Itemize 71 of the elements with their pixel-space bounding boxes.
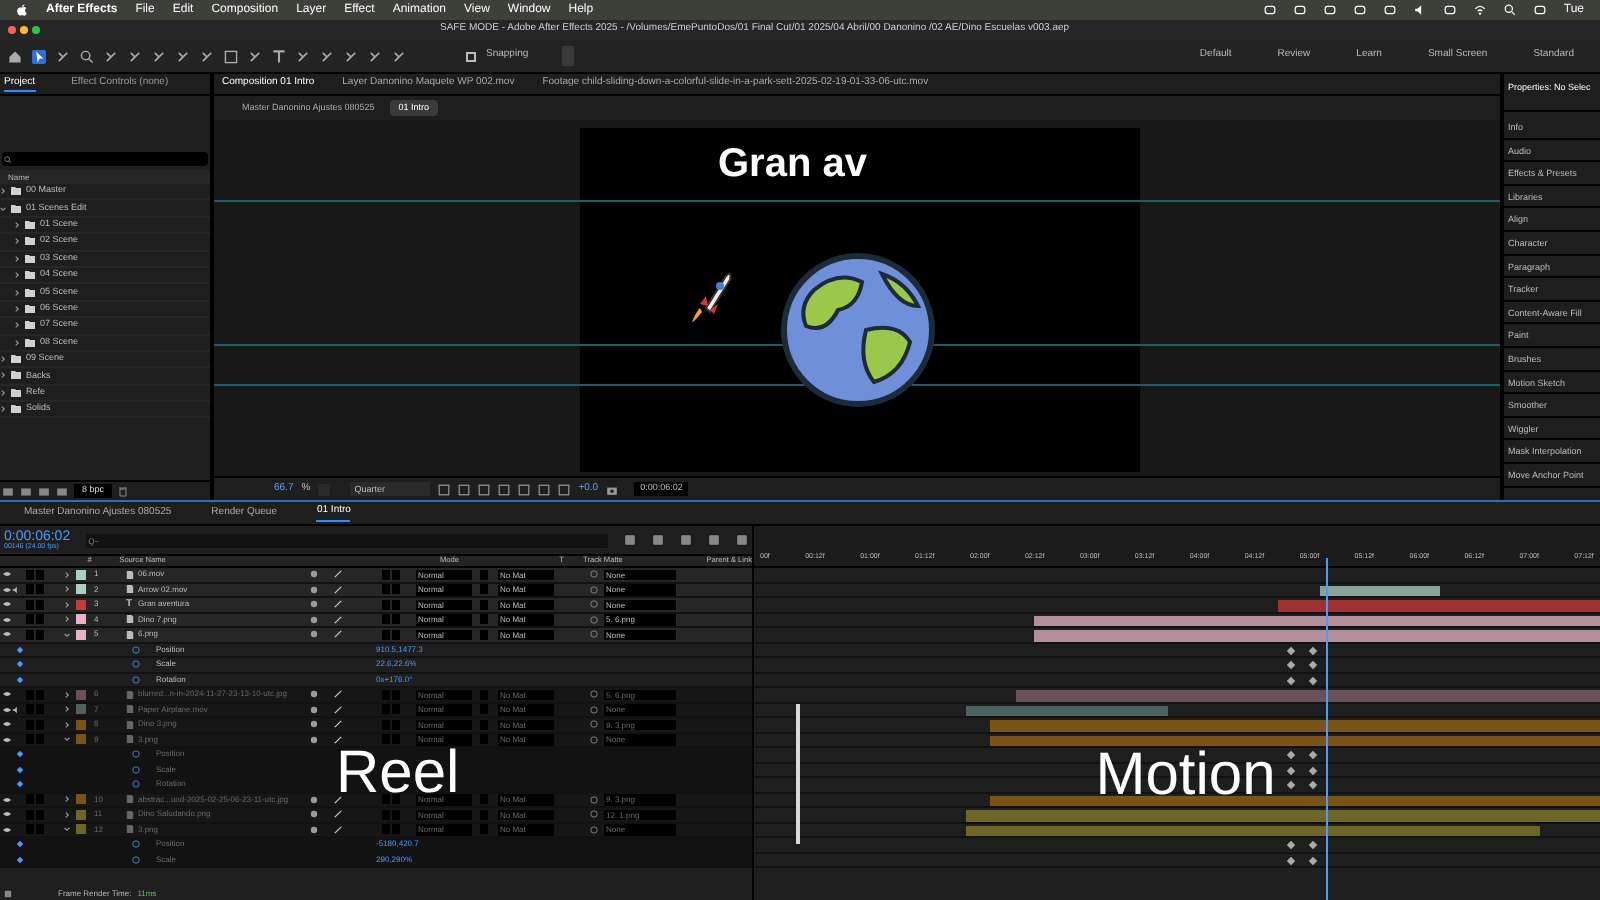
speaker-icon[interactable] — [12, 705, 20, 714]
label-swatch[interactable] — [76, 734, 86, 745]
keyframe-marker[interactable] — [1287, 855, 1296, 865]
search-field[interactable] — [2, 152, 208, 166]
keyframe-marker[interactable] — [1287, 675, 1296, 685]
label-swatch[interactable] — [76, 584, 86, 595]
disclosure-caret-icon[interactable] — [0, 406, 6, 413]
rocket-drawing — [690, 268, 734, 324]
keyframe-marker[interactable] — [1287, 840, 1296, 850]
close-button[interactable] — [8, 26, 16, 34]
keyframe-marker[interactable] — [1309, 780, 1318, 790]
label-swatch[interactable] — [76, 614, 86, 625]
disclosure-caret-icon[interactable] — [64, 811, 70, 818]
disclosure-caret-icon[interactable] — [64, 721, 70, 728]
layer-duration-bar — [1320, 585, 1440, 596]
keyframe-marker[interactable] — [1287, 660, 1296, 670]
disclosure-caret-icon[interactable] — [0, 356, 6, 363]
disclosure-caret-icon[interactable] — [64, 706, 70, 713]
snapping-checkbox[interactable] — [466, 51, 476, 61]
disclosure-caret-icon[interactable] — [64, 601, 70, 608]
disclosure-caret-icon[interactable] — [64, 691, 70, 698]
disclosure-caret-icon[interactable] — [14, 238, 20, 245]
label-swatch[interactable] — [76, 794, 86, 805]
keyframe-marker[interactable] — [1287, 750, 1296, 760]
label-swatch[interactable] — [76, 809, 86, 820]
label-swatch[interactable] — [76, 824, 86, 835]
disclosure-caret-icon[interactable] — [0, 372, 6, 379]
speaker-icon[interactable] — [12, 585, 20, 594]
volume-icon[interactable] — [1413, 4, 1426, 16]
disclosure-caret-icon[interactable] — [14, 255, 20, 262]
home-icon[interactable] — [8, 49, 22, 63]
label-swatch[interactable] — [76, 689, 86, 700]
keyframe-marker[interactable] — [1309, 675, 1318, 685]
disclosure-caret-icon[interactable] — [64, 571, 70, 578]
label-swatch[interactable] — [76, 569, 86, 580]
keyframe-marker[interactable] — [1309, 855, 1318, 865]
trash-icon[interactable] — [118, 485, 129, 497]
type-icon[interactable] — [272, 49, 286, 63]
rectangle-icon[interactable] — [224, 49, 238, 63]
disclosure-caret-icon[interactable] — [14, 221, 20, 228]
disclosure-caret-icon[interactable] — [14, 305, 20, 312]
divider-line — [795, 704, 800, 844]
canvas-title: Gran av — [718, 144, 867, 184]
pointer-icon[interactable] — [32, 49, 46, 63]
keyframe-marker[interactable] — [1287, 765, 1296, 775]
keyframe-marker[interactable] — [1287, 780, 1296, 790]
disclosure-caret-icon[interactable] — [64, 586, 70, 593]
keyframe-marker[interactable] — [1309, 750, 1318, 760]
motion-title: Motion — [1095, 753, 1276, 795]
disclosure-caret-icon[interactable] — [0, 188, 6, 195]
wifi-icon[interactable] — [1473, 4, 1486, 16]
zoom-icon[interactable] — [80, 49, 94, 63]
zoom-button[interactable] — [32, 26, 40, 34]
disclosure-caret-icon[interactable] — [64, 616, 70, 623]
apple-icon[interactable] — [16, 4, 28, 16]
label-swatch[interactable] — [76, 629, 86, 640]
keyframe-marker[interactable] — [1287, 645, 1296, 655]
label-swatch[interactable] — [76, 704, 86, 715]
disclosure-caret-icon[interactable] — [14, 272, 20, 279]
disclosure-caret-icon[interactable] — [0, 389, 6, 396]
disclosure-caret-icon[interactable] — [14, 339, 20, 346]
keyframe-marker[interactable] — [1309, 660, 1318, 670]
label-swatch[interactable] — [76, 599, 86, 610]
label-swatch[interactable] — [76, 719, 86, 730]
minimize-button[interactable] — [20, 26, 28, 34]
disclosure-caret-icon[interactable] — [14, 289, 20, 296]
disclosure-caret-icon[interactable] — [14, 322, 20, 329]
keyframe-marker[interactable] — [1309, 765, 1318, 775]
keyframe-marker[interactable] — [1309, 840, 1318, 850]
disclosure-caret-icon[interactable] — [64, 796, 70, 803]
keyframe-marker[interactable] — [1309, 645, 1318, 655]
